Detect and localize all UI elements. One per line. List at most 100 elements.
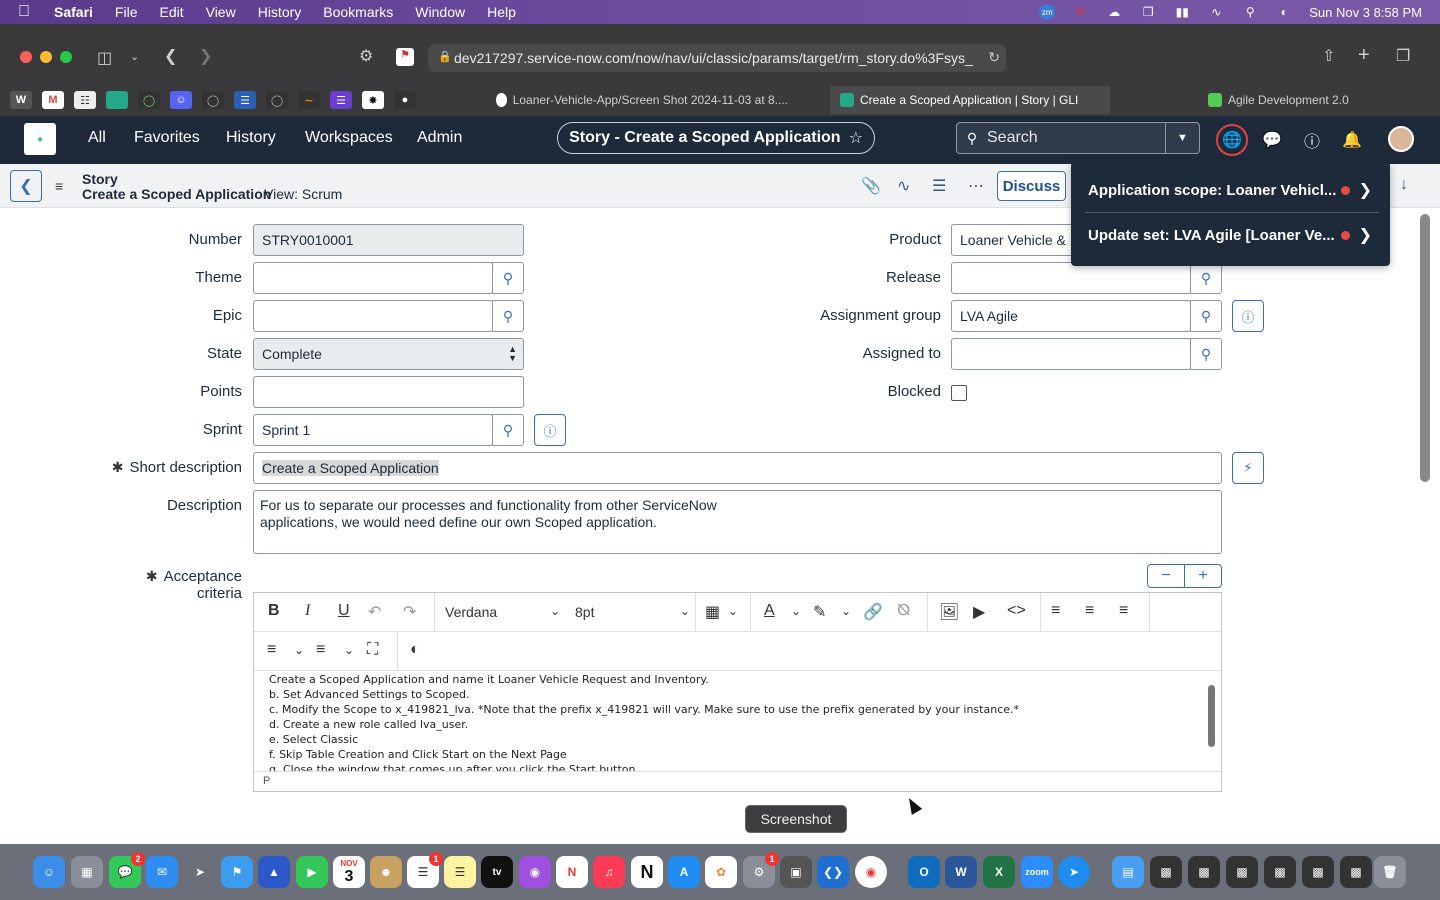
chevron-down-icon[interactable]: ⌄ [728, 604, 738, 618]
settings-sliders-icon[interactable]: ☰ [932, 176, 946, 196]
news-icon[interactable]: N [556, 856, 588, 888]
chevron-down-icon[interactable]: ⌄ [791, 604, 801, 618]
favorite-w-icon[interactable]: W [10, 91, 32, 109]
chevron-down-icon[interactable]: ⌄ [550, 604, 560, 618]
epic-field[interactable] [253, 300, 493, 332]
launchpad-icon[interactable]: ▦ [71, 856, 103, 888]
company-logo[interactable]: ◉ [24, 123, 56, 155]
safari-icon[interactable]: ➤ [1058, 856, 1090, 888]
recent-window-icon[interactable]: ▩ [1150, 856, 1182, 888]
short-description-field[interactable]: Create a Scoped Application [253, 452, 1222, 484]
table-icon[interactable]: ▦ [705, 602, 720, 622]
nav-favorites[interactable]: Favorites [134, 129, 200, 147]
maps-icon[interactable]: ⚑ [221, 856, 253, 888]
zoom-window-button[interactable] [60, 51, 72, 63]
menu-app-name[interactable]: Safari [54, 4, 93, 20]
finder-icon[interactable]: ☺ [33, 856, 65, 888]
underline-icon[interactable]: U [338, 602, 350, 620]
menu-edit[interactable]: Edit [159, 4, 183, 20]
bold-icon[interactable]: B [268, 602, 280, 620]
search-dropdown-icon[interactable]: ▼ [1165, 123, 1199, 153]
favorite-green-icon[interactable] [106, 91, 128, 109]
gmail-icon[interactable]: M [42, 91, 64, 109]
assignment-group-field[interactable]: LVA Agile [951, 300, 1191, 332]
messages-icon[interactable]: 💬 2 [109, 852, 145, 888]
release-field[interactable] [951, 262, 1191, 294]
menu-icon[interactable]: ≡ [55, 178, 63, 194]
facetime-icon[interactable]: ▶ [296, 856, 328, 888]
lightbulb-icon[interactable]: ⚡ [1232, 452, 1264, 484]
chevron-down-icon[interactable]: ⌄ [680, 604, 690, 618]
align-center-icon[interactable]: ≡ [1085, 602, 1094, 620]
epic-lookup-search-icon[interactable]: ⚲ [492, 300, 524, 332]
window-icon[interactable]: ❐ [1139, 5, 1157, 19]
minimize-window-button[interactable] [40, 51, 52, 63]
favorite-blue-icon[interactable]: ☰ [234, 91, 256, 109]
number-field[interactable]: STRY0010001 [253, 224, 524, 256]
more-options-icon[interactable]: ⋯ [968, 176, 984, 196]
assignment-group-info-icon[interactable]: ⓘ [1232, 300, 1264, 332]
search-input[interactable]: Search [987, 129, 1038, 147]
recent-window-icon[interactable]: ▩ [1302, 856, 1334, 888]
numbered-list-icon[interactable]: ≡ [316, 641, 325, 659]
podcasts-icon[interactable]: ◉ [519, 856, 551, 888]
system-settings-icon[interactable]: ⚙ 1 [743, 852, 779, 888]
github-icon[interactable]: ● [394, 91, 416, 109]
nav-history[interactable]: History [226, 129, 276, 147]
favorite-wave-icon[interactable]: ∼ [298, 91, 320, 109]
favorite-circle2-icon[interactable]: ◯ [266, 91, 288, 109]
product-field[interactable]: Loaner Vehicle & In [951, 224, 1081, 256]
chevron-down-icon[interactable]: ⌄ [130, 50, 139, 63]
recent-window-icon[interactable]: ▩ [1188, 856, 1220, 888]
nav-all[interactable]: All [88, 129, 106, 147]
arrow-down-icon[interactable]: ↓ [1400, 176, 1408, 194]
text-color-icon[interactable]: A [764, 602, 775, 620]
outlook-icon[interactable]: O [908, 856, 940, 888]
contacts-icon[interactable]: ☻ [370, 856, 402, 888]
nav-workspaces[interactable]: Workspaces [305, 129, 393, 147]
expand-editor-icon[interactable]: + [1185, 565, 1221, 587]
rocket-icon[interactable]: ➤ [184, 856, 216, 888]
font-size-select[interactable]: 8pt [575, 604, 594, 620]
bell-icon[interactable]: 🔔 [1340, 128, 1364, 152]
redo-icon[interactable]: ↷ [403, 602, 416, 622]
share-icon[interactable]: ⇧ [1322, 46, 1335, 66]
word-icon[interactable]: W [945, 856, 977, 888]
tab-servicenow-story[interactable]: Create a Scoped Application | Story | GL… [830, 86, 1110, 114]
favorite-doc-icon[interactable]: ☷ [74, 91, 96, 109]
favorite-chatgpt-icon[interactable]: ✸ [362, 91, 384, 109]
recent-window-icon[interactable]: ▩ [1226, 856, 1258, 888]
triangle-app-icon[interactable]: ▲ [258, 856, 290, 888]
menu-help[interactable]: Help [487, 4, 516, 20]
photos-icon[interactable]: ✿ [705, 856, 737, 888]
sidebar-toggle-icon[interactable]: ◫ [97, 48, 112, 68]
trash-icon[interactable]: 🗑 [1374, 856, 1406, 888]
fullscreen-icon[interactable]: ⛶ [367, 641, 378, 659]
notes-icon[interactable]: ☰ [444, 856, 476, 888]
sprint-lookup-search-icon[interactable]: ⚲ [492, 414, 524, 446]
align-left-icon[interactable]: ≡ [1051, 602, 1060, 620]
back-arrow-icon[interactable]: ❮ [164, 46, 177, 66]
wifi-icon[interactable]: ∿ [1207, 5, 1225, 19]
discuss-button[interactable]: Discuss [997, 171, 1066, 201]
editor-scrollbar[interactable] [1208, 685, 1215, 747]
highlight-color-icon[interactable]: ✎ [813, 602, 826, 622]
mail-icon[interactable]: ✉ [146, 856, 178, 888]
servicenow-fav-icon[interactable]: ◯ [138, 91, 160, 109]
app-store-icon[interactable]: A [668, 856, 700, 888]
tab-overview-icon[interactable]: ❐ [1396, 46, 1410, 66]
sprint-info-icon[interactable]: ⓘ [534, 414, 566, 446]
points-field[interactable] [253, 376, 524, 408]
help-icon[interactable]: ⓘ [1300, 128, 1324, 152]
assignment-group-lookup-search-icon[interactable]: ⚲ [1190, 300, 1222, 332]
new-tab-icon[interactable]: + [1358, 44, 1370, 67]
zoom-app-icon[interactable]: zoom [1021, 856, 1053, 888]
battery-icon[interactable]: ▮▮ [1173, 5, 1191, 19]
font-family-select[interactable]: Verdana [445, 604, 497, 620]
chevron-down-icon[interactable]: ⌄ [344, 643, 354, 657]
avatar[interactable] [1388, 126, 1414, 152]
assigned-to-lookup-search-icon[interactable]: ⚲ [1190, 338, 1222, 370]
tab-github[interactable]: Loaner-Vehicle-App/Screen Shot 2024-11-0… [486, 86, 788, 114]
discord-icon[interactable]: ☺ [170, 91, 192, 109]
theme-field[interactable] [253, 262, 493, 294]
